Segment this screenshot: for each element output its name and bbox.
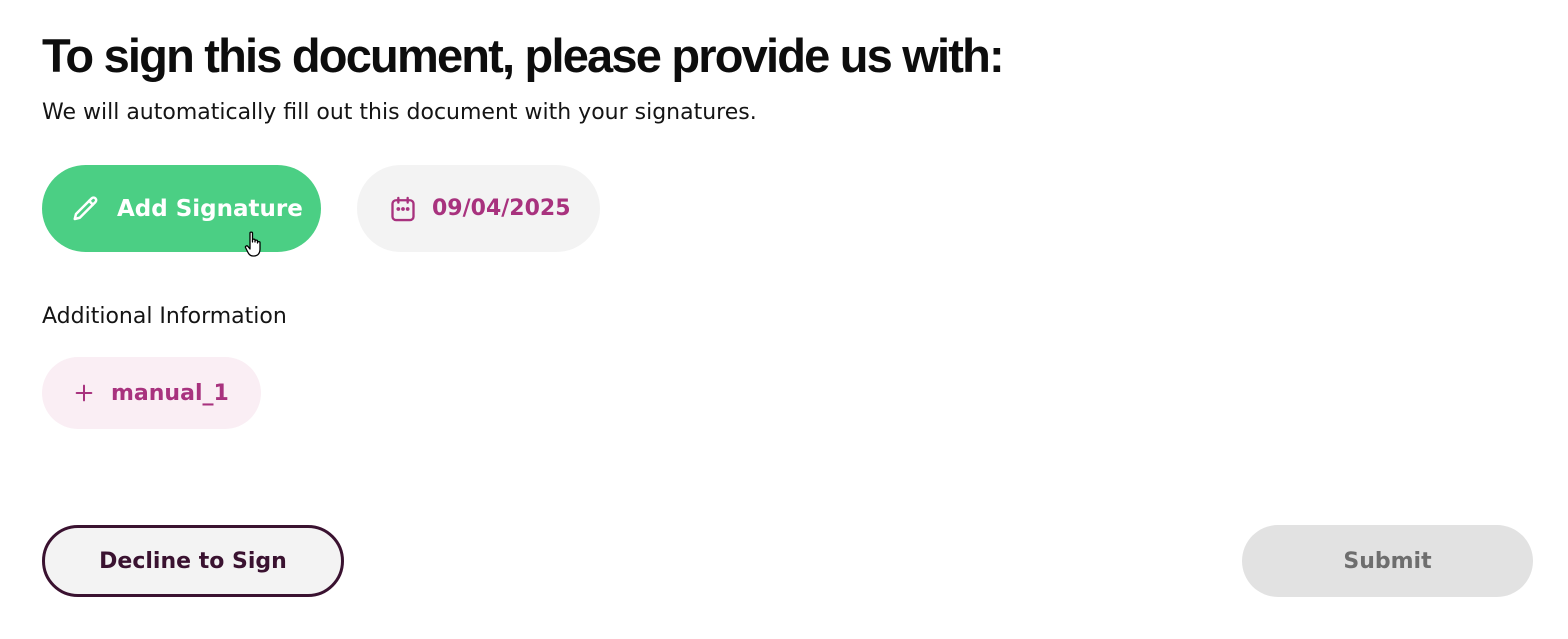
manual-field-label: manual_1 bbox=[111, 380, 229, 406]
date-value: 09/04/2025 bbox=[432, 196, 571, 221]
additional-information-heading: Additional Information bbox=[42, 304, 287, 329]
plus-icon bbox=[73, 382, 95, 404]
pointer-cursor-icon bbox=[244, 231, 264, 259]
page-subtitle: We will automatically fill out this docu… bbox=[42, 100, 757, 125]
page-title: To sign this document, please provide us… bbox=[42, 29, 1005, 82]
pencil-icon bbox=[71, 194, 101, 224]
date-field-button[interactable]: 09/04/2025 bbox=[357, 165, 600, 252]
add-signature-button[interactable]: Add Signature bbox=[42, 165, 321, 252]
submit-button[interactable]: Submit bbox=[1242, 525, 1533, 597]
submit-label: Submit bbox=[1343, 548, 1432, 574]
manual-field-button[interactable]: manual_1 bbox=[42, 357, 261, 429]
calendar-icon bbox=[389, 195, 417, 223]
signing-panel: To sign this document, please provide us… bbox=[0, 0, 1568, 639]
decline-to-sign-button[interactable]: Decline to Sign bbox=[42, 525, 344, 597]
decline-label: Decline to Sign bbox=[99, 548, 287, 574]
add-signature-label: Add Signature bbox=[117, 195, 303, 222]
